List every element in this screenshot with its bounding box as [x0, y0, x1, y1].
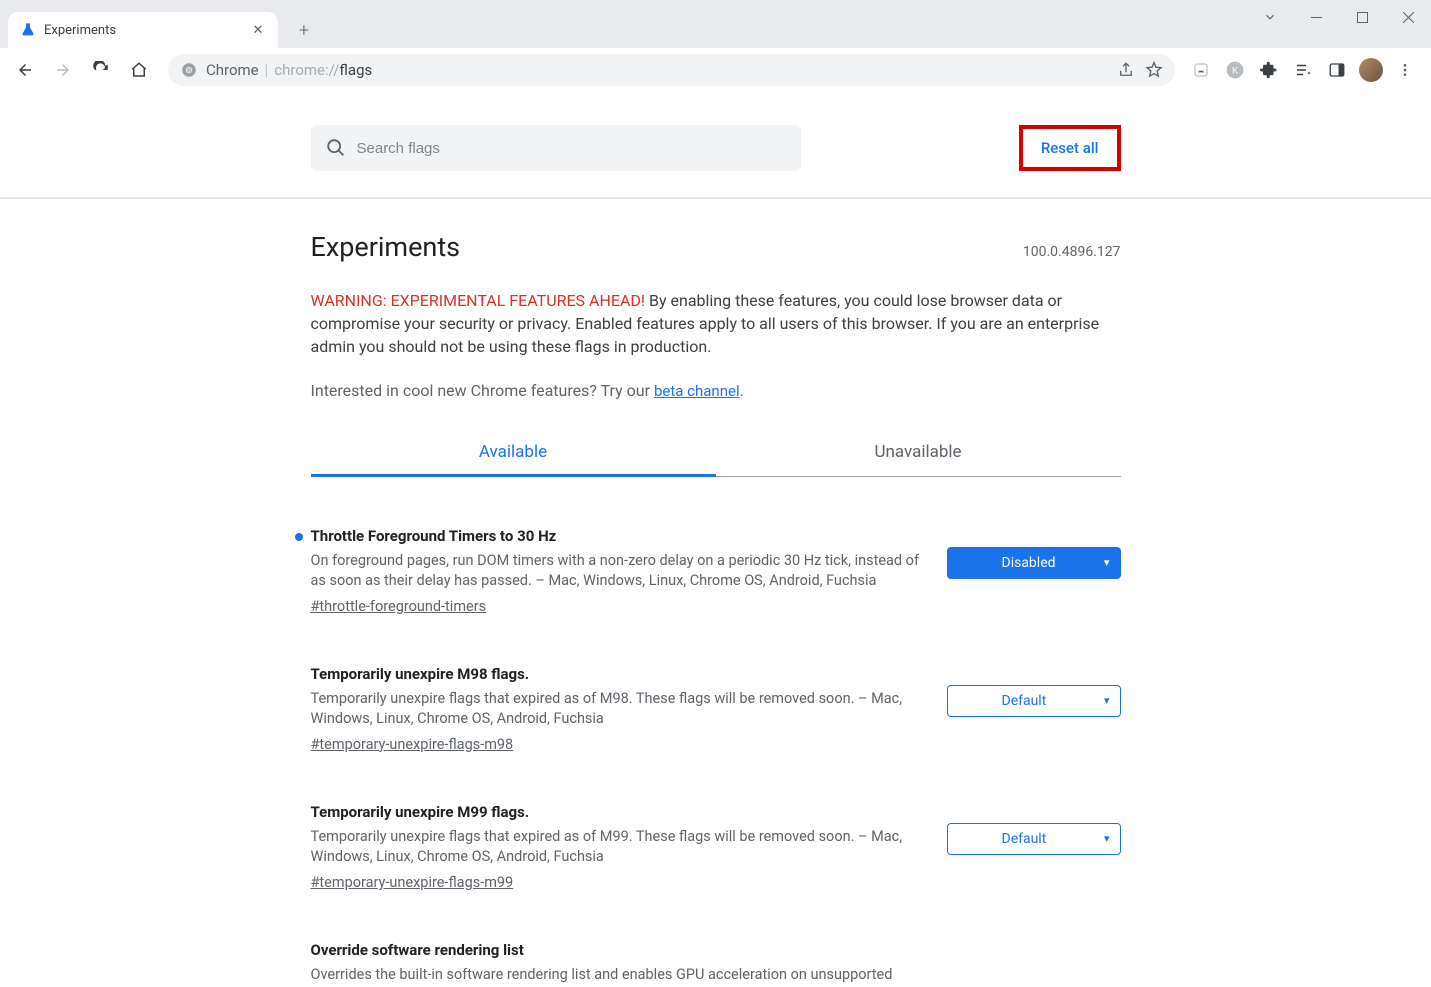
flask-icon: [20, 22, 36, 38]
flag-title: Throttle Foreground Timers to 30 Hz: [311, 527, 931, 545]
flag-select[interactable]: Default ▾: [947, 823, 1121, 855]
window-controls: [1247, 0, 1431, 34]
version-text: 100.0.4896.127: [1023, 244, 1121, 260]
flag-select-value: Disabled: [1002, 555, 1056, 571]
svg-text:K: K: [1232, 65, 1238, 75]
page-title: Experiments: [311, 231, 461, 263]
maximize-icon[interactable]: [1339, 0, 1385, 34]
forward-button[interactable]: [46, 53, 80, 87]
flag-description: Temporarily unexpire flags that expired …: [311, 827, 931, 868]
browser-tab[interactable]: Experiments ✕: [8, 12, 278, 48]
toolbar: Chrome | chrome://flags K: [0, 48, 1431, 92]
share-icon[interactable]: [1117, 61, 1135, 79]
reload-button[interactable]: [84, 53, 118, 87]
modified-dot-icon: [295, 533, 303, 541]
tab-unavailable[interactable]: Unavailable: [716, 430, 1121, 476]
search-icon: [325, 137, 347, 159]
reading-list-icon[interactable]: [1289, 56, 1317, 84]
tab-available[interactable]: Available: [311, 430, 716, 476]
extension-icon-2[interactable]: K: [1221, 56, 1249, 84]
back-button[interactable]: [8, 53, 42, 87]
search-box: [311, 125, 801, 171]
close-icon[interactable]: ✕: [250, 22, 266, 38]
side-panel-icon[interactable]: [1323, 56, 1351, 84]
reset-all-highlight: Reset all: [1019, 125, 1121, 171]
flag-select[interactable]: Default ▾: [947, 685, 1121, 717]
extensions-icon[interactable]: [1255, 56, 1283, 84]
window-dropdown-icon[interactable]: [1247, 0, 1293, 34]
flag-title: Temporarily unexpire M98 flags.: [311, 665, 931, 683]
chevron-down-icon: ▾: [1104, 694, 1110, 707]
beta-channel-link[interactable]: beta channel: [654, 382, 740, 400]
flag-description: On foreground pages, run DOM timers with…: [311, 551, 931, 592]
flag-description: Temporarily unexpire flags that expired …: [311, 689, 931, 730]
minimize-icon[interactable]: [1293, 0, 1339, 34]
flag-item: Temporarily unexpire M99 flags. Temporar…: [311, 803, 1121, 891]
window-close-icon[interactable]: [1385, 0, 1431, 34]
site-info-icon[interactable]: [180, 61, 198, 79]
flag-title: Override software rendering list: [311, 941, 931, 959]
new-tab-button[interactable]: +: [290, 16, 318, 44]
profile-avatar[interactable]: [1357, 56, 1385, 84]
tabs: Available Unavailable: [311, 430, 1121, 477]
chevron-down-icon: ▾: [1104, 832, 1110, 845]
flag-select-value: Default: [1002, 693, 1047, 709]
bookmark-icon[interactable]: [1145, 61, 1163, 79]
omnibox-text: Chrome | chrome://flags: [206, 61, 372, 79]
tab-strip: Experiments ✕ +: [0, 0, 1431, 48]
reset-all-button[interactable]: Reset all: [1023, 129, 1117, 167]
flag-anchor-link[interactable]: #temporary-unexpire-flags-m98: [311, 736, 514, 753]
flag-item: Override software rendering list Overrid…: [311, 941, 1121, 987]
search-input[interactable]: [357, 140, 787, 157]
flag-select[interactable]: Disabled ▾: [947, 547, 1121, 579]
omnibox[interactable]: Chrome | chrome://flags: [168, 54, 1175, 86]
content-scroll[interactable]: Reset all Experiments 100.0.4896.127 WAR…: [0, 93, 1431, 987]
flag-description: Overrides the built-in software renderin…: [311, 965, 931, 986]
home-button[interactable]: [122, 53, 156, 87]
flag-item: Temporarily unexpire M98 flags. Temporar…: [311, 665, 1121, 753]
warning-text: WARNING: EXPERIMENTAL FEATURES AHEAD! By…: [311, 289, 1121, 359]
extension-icon-1[interactable]: [1187, 56, 1215, 84]
tab-title: Experiments: [44, 23, 242, 38]
beta-channel-text: Interested in cool new Chrome features? …: [311, 381, 1121, 400]
menu-icon[interactable]: [1391, 56, 1419, 84]
flag-select-value: Default: [1002, 831, 1047, 847]
flag-anchor-link[interactable]: #throttle-foreground-timers: [311, 598, 487, 615]
flag-anchor-link[interactable]: #temporary-unexpire-flags-m99: [311, 874, 514, 891]
chevron-down-icon: ▾: [1104, 556, 1110, 569]
flag-title: Temporarily unexpire M99 flags.: [311, 803, 931, 821]
flag-item: Throttle Foreground Timers to 30 Hz On f…: [311, 527, 1121, 615]
